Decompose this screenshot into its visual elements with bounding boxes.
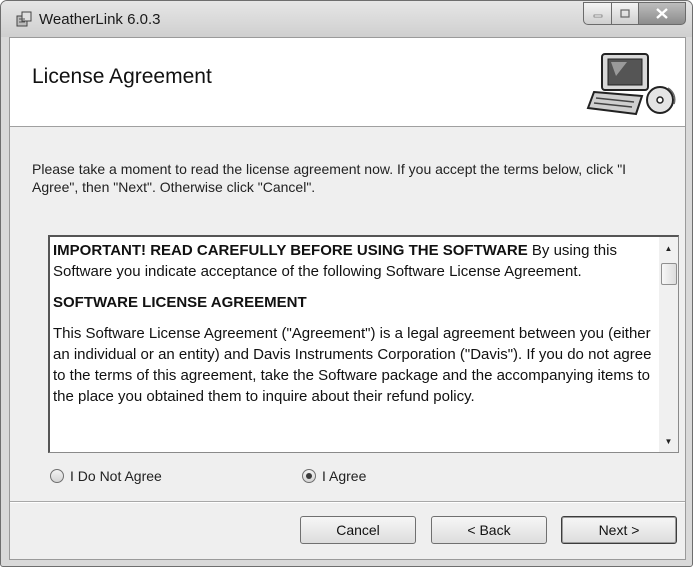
title-bar[interactable]: WeatherLink 6.0.3 <box>1 1 692 37</box>
computer-with-cd-icon <box>586 53 676 116</box>
vertical-scrollbar[interactable]: ▲ ▼ <box>659 237 678 452</box>
scroll-thumb[interactable] <box>661 263 677 285</box>
minimize-icon <box>593 14 602 17</box>
license-heading: SOFTWARE LICENSE AGREEMENT <box>53 292 653 313</box>
window-title: WeatherLink 6.0.3 <box>39 11 161 28</box>
close-button[interactable] <box>639 2 686 25</box>
maximize-icon <box>620 9 630 18</box>
radio-agree-indicator[interactable] <box>302 469 316 483</box>
radio-do-not-agree-indicator[interactable] <box>50 469 64 483</box>
radio-do-not-agree-label: I Do Not Agree <box>70 468 162 484</box>
license-heading-text: SOFTWARE LICENSE AGREEMENT <box>53 294 307 311</box>
radio-agree-label: I Agree <box>322 468 367 484</box>
next-button[interactable]: Next > <box>561 516 677 544</box>
radio-do-not-agree[interactable]: I Do Not Agree <box>50 468 162 484</box>
license-textbox[interactable]: IMPORTANT! READ CAREFULLY BEFORE USING T… <box>48 235 679 453</box>
maximize-button[interactable] <box>612 2 639 25</box>
license-text: IMPORTANT! READ CAREFULLY BEFORE USING T… <box>53 240 653 450</box>
instructions-text: Please take a moment to read the license… <box>32 161 627 195</box>
caption-buttons <box>583 2 686 25</box>
button-separator <box>10 501 685 503</box>
installer-icon <box>16 11 32 27</box>
radio-agree[interactable]: I Agree <box>302 468 366 484</box>
installer-window: WeatherLink 6.0.3 License Agreement Plea… <box>0 0 693 567</box>
minimize-button[interactable] <box>583 2 612 25</box>
dialog-client-area: License Agreement Please take a moment t… <box>9 37 686 560</box>
cancel-button[interactable]: Cancel <box>300 516 416 544</box>
page-title: License Agreement <box>32 65 212 88</box>
scroll-up-arrow-icon[interactable]: ▲ <box>659 239 678 257</box>
scroll-down-arrow-icon[interactable]: ▼ <box>659 432 678 450</box>
license-important-notice: IMPORTANT! READ CAREFULLY BEFORE USING T… <box>53 242 528 259</box>
license-paragraph-2: This Software License Agreement ("Agreem… <box>53 325 652 405</box>
back-button[interactable]: < Back <box>431 516 547 544</box>
header-banner: License Agreement <box>10 38 685 127</box>
license-paragraph-1: IMPORTANT! READ CAREFULLY BEFORE USING T… <box>53 240 653 282</box>
close-icon <box>656 8 668 19</box>
